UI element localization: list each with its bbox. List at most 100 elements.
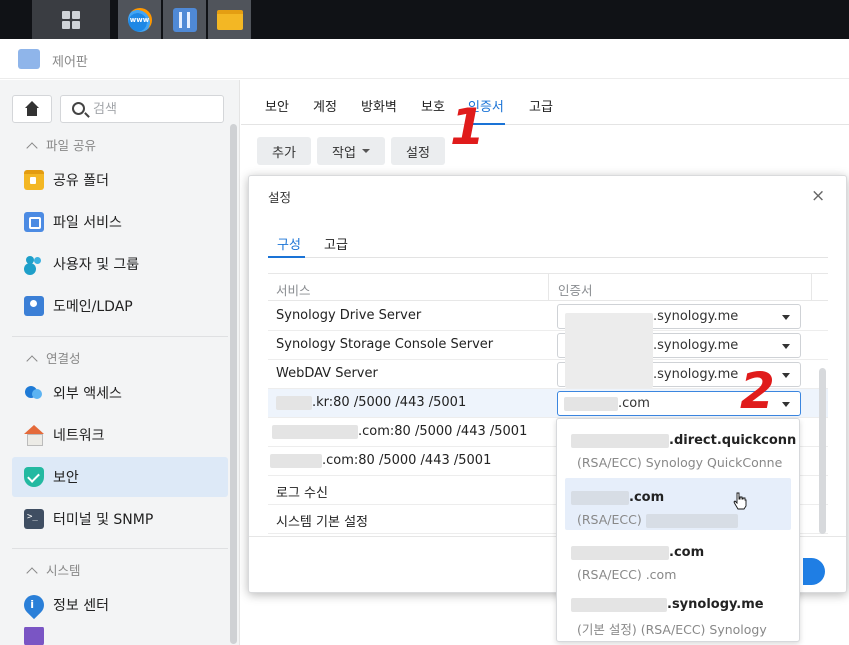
service-name: 시스템 기본 설정 <box>276 515 368 530</box>
sidebar-item-theme[interactable] <box>12 627 228 645</box>
certificate-value: .com <box>618 396 650 411</box>
settings-button[interactable]: 설정 <box>391 137 445 165</box>
window-title: 제어판 <box>52 55 88 70</box>
sidebar-item-shared-folder[interactable]: 공유 폴더 <box>12 160 228 200</box>
redacted-text <box>276 395 312 410</box>
www-icon: www <box>127 7 152 32</box>
service-name: .com:80 /5000 /443 /5001 <box>272 424 527 439</box>
sidebar-item-network[interactable]: 네트워크 <box>12 415 228 455</box>
annotation-2: 2 <box>740 362 775 420</box>
tab-advanced[interactable]: 고급 <box>529 96 553 115</box>
sidebar-divider <box>12 336 228 337</box>
column-certificate: 인증서 <box>558 283 593 298</box>
folder-icon <box>216 9 243 30</box>
redacted-text <box>571 597 667 612</box>
option-detail: (RSA/ECC) Synology QuickConne <box>577 455 783 470</box>
dropdown-option[interactable]: .direct.quickconn (RSA/ECC) Synology Qui… <box>565 421 796 473</box>
caret-up-icon <box>26 567 38 579</box>
caret-down-icon <box>782 402 790 407</box>
option-name-text: .com <box>669 545 705 560</box>
grid-icon <box>62 10 80 29</box>
redacted-text <box>571 490 629 505</box>
dropdown-option[interactable]: .synology.me (기본 설정) (RSA/ECC) Synology <box>565 585 791 637</box>
dialog-tab-divider <box>268 257 828 258</box>
service-name-text: .kr:80 /5000 /443 /5001 <box>312 395 467 410</box>
column-separator <box>548 274 549 301</box>
sidebar-divider <box>12 548 228 549</box>
tab-protection[interactable]: 보호 <box>421 96 445 115</box>
dialog-scrollbar[interactable] <box>819 368 826 534</box>
section-connectivity[interactable]: 연결성 <box>26 348 81 367</box>
terminal-icon <box>24 509 44 529</box>
service-name: Synology Drive Server <box>276 308 422 323</box>
option-name: .com <box>571 490 664 505</box>
option-detail-text: (RSA/ECC) .com <box>577 567 677 582</box>
file-station-app-button[interactable] <box>208 0 251 39</box>
search-input[interactable] <box>93 100 217 118</box>
caret-down-icon <box>782 373 790 378</box>
service-name: WebDAV Server <box>276 366 378 381</box>
hand-cursor-icon <box>733 492 747 510</box>
shared-folder-icon <box>24 170 44 190</box>
certificate-value: .synology.me <box>653 367 739 382</box>
annotation-1: 1 <box>450 98 485 156</box>
caret-up-icon <box>26 355 38 367</box>
section-file-sharing[interactable]: 파일 공유 <box>26 135 96 154</box>
redacted-text <box>571 545 669 560</box>
home-button[interactable] <box>12 95 52 123</box>
dropdown-option[interactable]: .com (RSA/ECC) .com <box>565 533 791 585</box>
tab-account[interactable]: 계정 <box>313 96 337 115</box>
option-name-text: .com <box>629 490 665 505</box>
add-button[interactable]: 추가 <box>257 137 311 165</box>
redacted-text <box>645 513 738 528</box>
service-name: .com:80 /5000 /443 /5001 <box>270 453 491 468</box>
option-detail: (RSA/ECC) .com <box>577 567 676 582</box>
sidebar-item-file-services[interactable]: 파일 서비스 <box>12 202 228 242</box>
sidebar-item-terminal-snmp[interactable]: 터미널 및 SNMP <box>12 499 228 539</box>
users-icon <box>24 254 44 274</box>
search-box <box>60 95 224 123</box>
dialog-tab-advanced[interactable]: 고급 <box>324 234 348 253</box>
service-name-text: .com:80 /5000 /443 /5001 <box>358 424 528 439</box>
certificate-dropdown-list: .direct.quickconn (RSA/ECC) Synology Qui… <box>556 418 800 642</box>
sidebar: 파일 공유 공유 폴더 파일 서비스 사용자 및 그룹 도메인/LDAP 연결성… <box>0 80 240 645</box>
sidebar-item-users-groups[interactable]: 사용자 및 그룹 <box>12 244 228 284</box>
home-icon <box>24 101 40 116</box>
main-menu-button[interactable] <box>32 0 110 39</box>
table-header: 서비스 인증서 <box>268 273 828 301</box>
taskbar: www <box>0 0 849 39</box>
option-name: .synology.me <box>571 597 764 612</box>
sidebar-item-info-center[interactable]: 정보 센터 <box>12 585 228 625</box>
table-row[interactable]: Synology Drive Server .synology.me <box>268 302 828 331</box>
control-panel-icon <box>172 7 197 32</box>
column-separator <box>811 274 812 301</box>
web-station-app-button[interactable]: www <box>118 0 161 39</box>
sidebar-item-external-access[interactable]: 외부 액세스 <box>12 373 228 413</box>
confirm-button[interactable] <box>803 558 825 585</box>
sidebar-item-domain-ldap[interactable]: 도메인/LDAP <box>12 286 228 326</box>
close-icon[interactable]: × <box>811 186 825 206</box>
ldap-icon <box>24 296 44 316</box>
sidebar-scrollbar[interactable] <box>230 124 237 644</box>
tab-firewall[interactable]: 방화벽 <box>361 96 397 115</box>
option-name-text: .direct.quickconn <box>669 433 797 448</box>
control-panel-icon <box>18 49 40 69</box>
dropdown-option-hovered[interactable]: .com (RSA/ECC) <box>565 478 791 530</box>
dialog-active-tab-indicator <box>268 256 305 258</box>
sidebar-item-security[interactable]: 보안 <box>12 457 228 497</box>
control-panel-app-button[interactable] <box>163 0 206 39</box>
section-system[interactable]: 시스템 <box>26 560 81 579</box>
redacted-text <box>571 433 669 448</box>
option-name: .direct.quickconn <box>571 433 796 448</box>
option-name-text: .synology.me <box>667 597 764 612</box>
info-center-icon <box>19 590 49 620</box>
dialog-title: 설정 <box>268 190 292 205</box>
table-row[interactable]: Synology Storage Console Server .synolog… <box>268 331 828 360</box>
external-access-icon <box>24 383 44 403</box>
action-button[interactable]: 작업 <box>317 137 385 165</box>
tab-security[interactable]: 보안 <box>265 96 289 115</box>
security-icon <box>24 467 44 487</box>
dialog-tab-config[interactable]: 구성 <box>277 234 301 253</box>
redacted-text <box>564 397 618 411</box>
certificate-value: .synology.me <box>653 309 739 324</box>
